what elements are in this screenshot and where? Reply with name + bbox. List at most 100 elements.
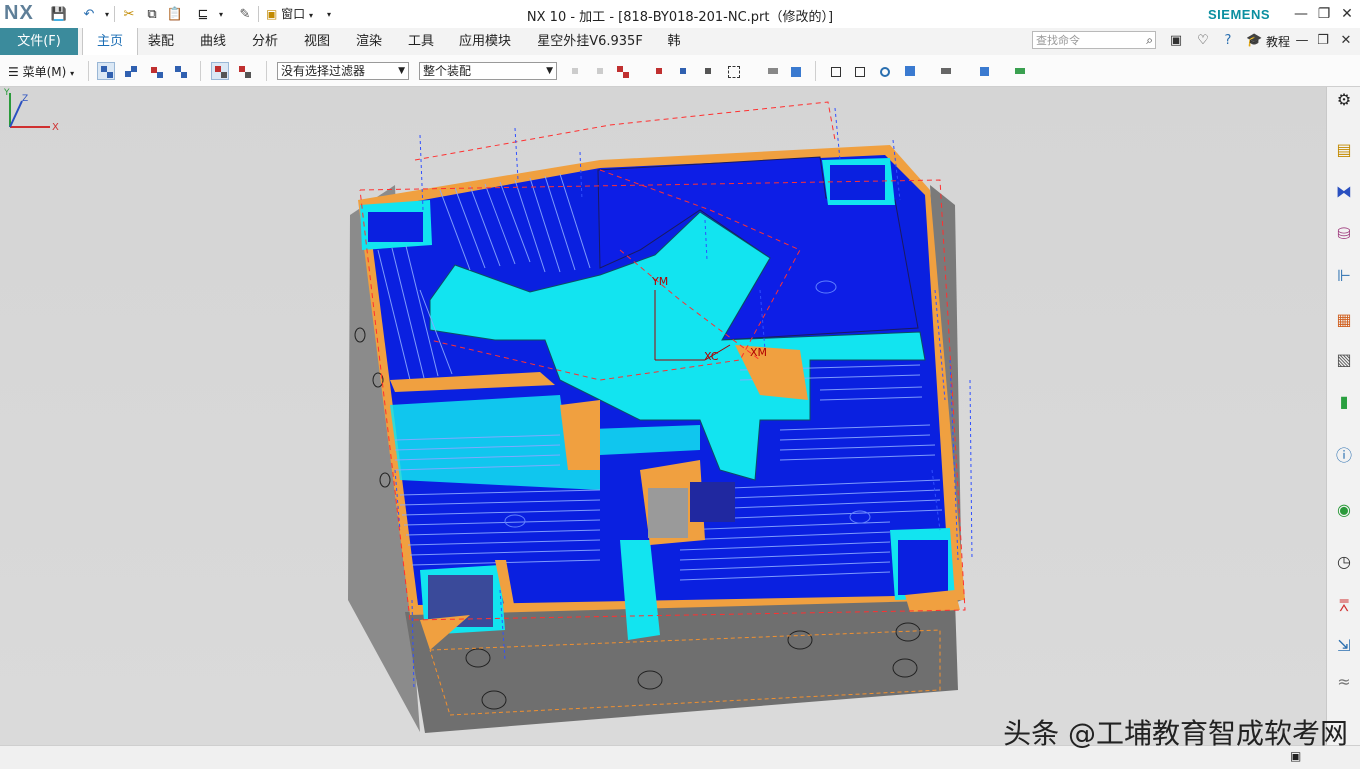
divider [114, 6, 115, 22]
triad-z-label: Z [22, 94, 28, 104]
copy-icon[interactable]: ⧉ [143, 5, 161, 23]
assembly-navigator-icon[interactable]: ▤ [1333, 139, 1355, 161]
web-browser-icon[interactable]: ⓘ [1333, 445, 1355, 467]
deselect-icon[interactable] [591, 62, 609, 80]
graduation-cap-icon[interactable]: 🎓 [1246, 33, 1262, 49]
tutorial-link[interactable]: 教程 [1266, 33, 1290, 50]
menu-button[interactable]: ☰ 菜单(M) ▾ [8, 63, 74, 80]
edit-section-icon[interactable] [975, 62, 993, 80]
restore-part-button[interactable]: ❐ [1315, 33, 1331, 49]
tab-han[interactable]: 韩 [660, 28, 688, 55]
select-faces-icon[interactable] [147, 62, 165, 80]
hd3d-tools-icon[interactable]: ▮ [1333, 391, 1355, 413]
chevron-down-icon: ▾ [70, 69, 75, 78]
view-triad: X Y Z [3, 88, 59, 132]
blue-pocket-top-left [368, 212, 423, 242]
roles-icon[interactable]: ≈ [1333, 671, 1355, 693]
history-icon[interactable]: ◉ [1333, 499, 1355, 521]
assembly-scope-select[interactable]: 整个装配 ▼ [419, 62, 557, 80]
tab-assembly[interactable]: 装配 [140, 28, 182, 55]
tab-render[interactable]: 渲染 [348, 28, 390, 55]
part-navigator-icon[interactable]: ⛁ [1333, 223, 1355, 245]
endpoint-icon[interactable] [650, 62, 668, 80]
settings-icon[interactable]: ⚙ [1333, 89, 1355, 111]
touch-mode-icon[interactable]: ⊑ [194, 5, 212, 23]
full-screen-icon[interactable]: ▣ [1168, 33, 1184, 49]
selection-filter-select[interactable]: 没有选择过滤器 ▼ [277, 62, 409, 80]
tab-tools[interactable]: 工具 [400, 28, 442, 55]
background-icon[interactable] [1011, 62, 1029, 80]
cut-icon[interactable]: ✂ [120, 5, 138, 23]
select-bodies-icon[interactable] [121, 62, 139, 80]
repeat-command-icon[interactable]: ✎ [236, 5, 254, 23]
watermark-text: 头条 @工埔教育智成软考网 [1003, 717, 1348, 750]
title-bar: NX 💾 ↶ ▾ ✂ ⧉ 📋 ⊑ ▾ ✎ ▣ 窗口 ▾ ▾ NX 10 - 加工… [0, 0, 1360, 29]
search-placeholder: 查找命令 [1036, 34, 1080, 47]
graphics-window[interactable]: XM XC YM X Y Z [0, 87, 1326, 745]
clock-icon[interactable]: ◷ [1333, 551, 1355, 573]
paste-icon[interactable]: 📋 [166, 5, 184, 23]
wcs-label-xc: XC [704, 350, 719, 363]
midpoint-icon[interactable] [674, 62, 692, 80]
rotate-icon[interactable] [875, 62, 893, 80]
triad-y-label: Y [3, 88, 10, 98]
fit-view-icon[interactable] [826, 62, 844, 80]
minimize-button[interactable]: — [1290, 4, 1312, 24]
chevron-down-icon: ▼ [546, 66, 553, 76]
search-icon[interactable]: ⌕ [1146, 31, 1153, 49]
minimize-part-button[interactable]: — [1294, 33, 1310, 49]
customize-quick-access-icon[interactable]: ▾ [320, 5, 338, 23]
tab-home[interactable]: 主页 [82, 28, 138, 56]
orient-view-icon[interactable] [901, 62, 919, 80]
resource-bar: ⚙ ▤ ⧓ ⛁ ⊩ ▦ ▧ ▮ ⓘ ◉ ◷ ⩞ ⇲ ≈ [1326, 87, 1360, 745]
constraint-navigator-icon[interactable]: ⧓ [1333, 181, 1355, 203]
restore-button[interactable]: ❐ [1313, 4, 1335, 24]
operation-navigator-icon[interactable]: ⊩ [1333, 265, 1355, 287]
shaded-icon[interactable] [763, 62, 781, 80]
help-icon[interactable]: ? [1220, 33, 1236, 49]
machine-tool-navigator-icon[interactable]: ▦ [1333, 309, 1355, 331]
window-menu-label: 窗口 [281, 7, 306, 21]
divider [815, 61, 816, 81]
system-materials-icon[interactable]: ⩞ [1333, 595, 1355, 617]
tab-application[interactable]: 应用模块 [452, 28, 518, 55]
window-menu[interactable]: ▣ 窗口 ▾ [266, 5, 313, 22]
tab-view[interactable]: 视图 [296, 28, 338, 55]
zoom-icon[interactable] [850, 62, 868, 80]
show-toolpath-icon[interactable] [211, 62, 229, 80]
center-block [648, 488, 688, 538]
box-icon[interactable] [786, 62, 804, 80]
select-edges-icon[interactable] [171, 62, 189, 80]
status-bar: 头条 @工埔教育智成软考网 ▣ [0, 717, 1360, 769]
touch-dropdown-icon[interactable]: ▾ [212, 5, 230, 23]
ribbon-options-icon[interactable]: ♡ [1195, 33, 1211, 49]
nx-logo: NX [4, 2, 34, 24]
triad-x-label: X [52, 122, 59, 132]
ribbon-tab-bar: 文件(F) 主页 装配 曲线 分析 视图 渲染 工具 应用模块 星空外挂V6.9… [0, 28, 1360, 56]
chevron-down-icon: ▼ [398, 66, 405, 76]
tab-analysis[interactable]: 分析 [244, 28, 286, 55]
tab-curve[interactable]: 曲线 [192, 28, 234, 55]
rectangle-select-icon[interactable] [724, 62, 742, 80]
snap-icon[interactable] [235, 62, 253, 80]
close-part-button[interactable]: ✕ [1338, 33, 1354, 49]
control-point-icon[interactable] [699, 62, 717, 80]
window-title-text: NX 10 - 加工 - [818-BY018-201-NC.prt（修改的）] [526, 10, 834, 25]
cue-line-toggle-icon[interactable]: ▣ [1290, 749, 1301, 763]
reuse-library-icon[interactable]: ▧ [1333, 349, 1355, 371]
close-button[interactable]: ✕ [1336, 4, 1358, 24]
tab-plugin[interactable]: 星空外挂V6.935F [530, 28, 650, 55]
process-studio-icon[interactable]: ⇲ [1333, 635, 1355, 657]
command-search-input[interactable]: 查找命令 ⌕ [1032, 31, 1156, 49]
select-all-icon[interactable] [566, 62, 584, 80]
file-tab[interactable]: 文件(F) [0, 28, 78, 55]
save-icon[interactable]: 💾 [50, 5, 68, 23]
wcs-label-xm: XM [750, 346, 767, 359]
selection-filter-value: 没有选择过滤器 [281, 64, 366, 78]
render-style-icon[interactable] [937, 62, 955, 80]
snap-point-icon[interactable] [613, 62, 631, 80]
undo-icon[interactable]: ↶ [80, 5, 98, 23]
select-features-icon[interactable] [97, 62, 115, 80]
assembly-scope-value: 整个装配 [423, 64, 472, 78]
menu-icon: ☰ [8, 65, 19, 79]
